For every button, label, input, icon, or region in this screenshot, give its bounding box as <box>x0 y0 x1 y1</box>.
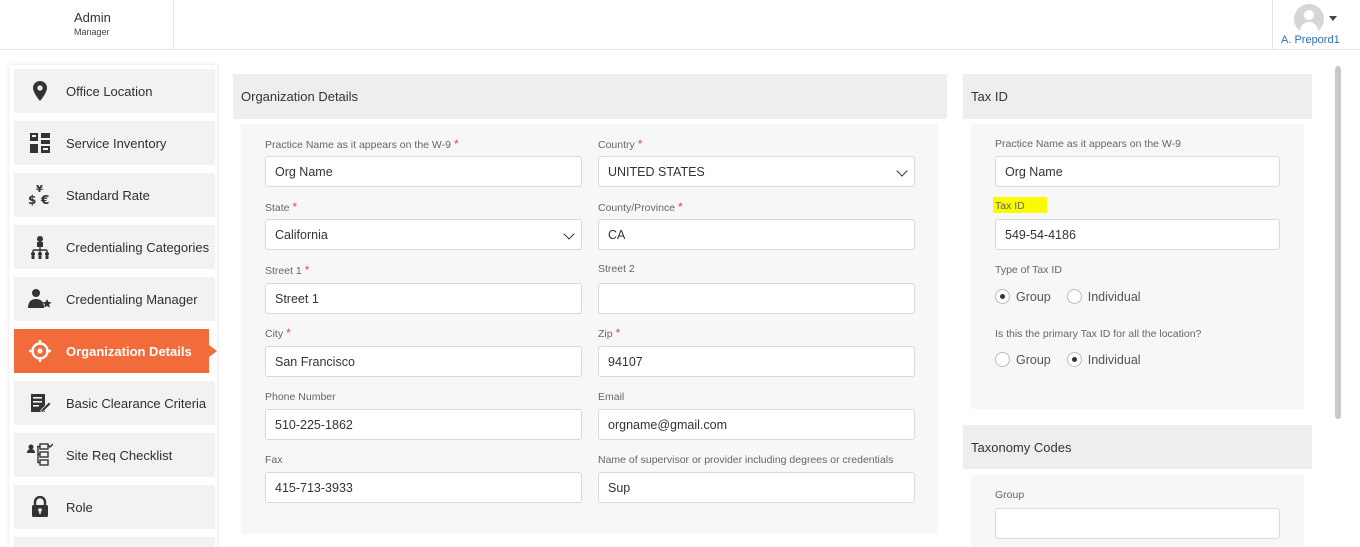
street1-input[interactable]: Street 1 <box>265 283 582 314</box>
taxonomy-group-label: Group <box>995 489 1025 501</box>
org-chart-icon <box>14 225 66 269</box>
app-subtitle: Manager <box>74 27 110 37</box>
crosshair-icon <box>14 329 66 373</box>
sidebar-item-site-req-checklist[interactable]: Site Req Checklist <box>14 433 215 477</box>
sidebar-item-label: Standard Rate <box>66 187 150 203</box>
sidebar-item-label: Office Location <box>66 83 153 99</box>
sidebar-item-credentialing-categories[interactable]: Credentialing Categories <box>14 225 215 269</box>
sidebar-item-organization-details[interactable]: Organization Details <box>14 329 217 373</box>
tax-id-header: Tax ID <box>963 74 1312 119</box>
sidebar-item-label: Role <box>66 499 93 515</box>
county-label: County/Province * <box>598 200 683 214</box>
practice-name-input[interactable]: Org Name <box>265 156 582 187</box>
country-label: Country * <box>598 137 643 151</box>
radio-selected-icon[interactable] <box>1066 352 1082 367</box>
sidebar: Office Location Service Inventory ¥ $ € St… <box>9 65 217 547</box>
phone-label: Phone Number <box>265 391 336 403</box>
tax-practice-name-label: Practice Name as it appears on the W-9 <box>995 138 1181 150</box>
sidebar-item-basic-clearance-criteria[interactable]: Basic Clearance Criteria <box>14 381 215 425</box>
map-pin-icon <box>14 69 66 113</box>
chevron-down-icon <box>563 228 575 240</box>
tax-practice-name-input[interactable]: Org Name <box>995 156 1280 187</box>
svg-text:$: $ <box>28 193 36 207</box>
fax-label: Fax <box>265 454 283 466</box>
sidebar-item-label: Site Req Checklist <box>66 447 173 463</box>
tax-id-input[interactable]: 549-54-4186 <box>995 219 1280 250</box>
radio-selected-icon[interactable] <box>995 289 1010 304</box>
sidebar-item-label: Credentialing Manager <box>66 291 198 307</box>
tax-type-label: Type of Tax ID <box>995 264 1062 276</box>
sidebar-item-label: Credentialing Categories <box>66 239 210 255</box>
panel-title: Tax ID <box>971 89 1008 104</box>
inventory-icon <box>14 121 66 165</box>
zip-input[interactable]: 94107 <box>598 346 915 377</box>
svg-text:€: € <box>40 193 49 207</box>
city-label: City * <box>265 326 291 340</box>
scrollbar[interactable] <box>1335 66 1341 419</box>
street2-input[interactable] <box>598 283 915 314</box>
taxonomy-header: Taxonomy Codes <box>963 425 1312 469</box>
tax-type-individual-option[interactable]: Individual <box>1066 289 1141 304</box>
state-select[interactable]: California <box>265 219 582 250</box>
street2-label: Street 2 <box>598 263 635 275</box>
panel-title: Taxonomy Codes <box>971 439 1072 455</box>
primary-group-option[interactable]: Group <box>995 352 1051 367</box>
primary-individual-option[interactable]: Individual <box>1066 352 1141 367</box>
tax-id-label: Tax ID <box>993 197 1047 213</box>
county-input[interactable]: CA <box>598 219 915 250</box>
chevron-down-icon <box>896 165 908 177</box>
checklist-icon <box>14 433 66 477</box>
sidebar-item-more[interactable] <box>14 537 215 547</box>
user-star-icon <box>14 277 66 321</box>
zip-label: Zip * <box>598 326 621 340</box>
app-brand[interactable]: Admin Manager <box>0 0 174 50</box>
supervisor-input[interactable]: Sup <box>598 472 915 503</box>
user-name[interactable]: A. Prepord1 <box>1281 34 1340 46</box>
tax-type-radio-group: Group Individual <box>995 289 1157 304</box>
email-label: Email <box>598 391 625 403</box>
sidebar-item-service-inventory[interactable]: Service Inventory <box>14 121 215 165</box>
sidebar-item-label: Basic Clearance Criteria <box>66 395 207 411</box>
sidebar-item-credentialing-manager[interactable]: Credentialing Manager <box>14 277 215 321</box>
sidebar-item-office-location[interactable]: Office Location <box>14 69 215 113</box>
panel-title: Organization Details <box>241 89 359 104</box>
practice-name-label: Practice Name as it appears on the W-9 * <box>265 137 459 151</box>
sidebar-item-role[interactable]: Role <box>14 485 215 529</box>
radio-icon[interactable] <box>1066 289 1082 304</box>
app-title: Admin <box>74 10 111 25</box>
taxonomy-group-input[interactable] <box>995 508 1280 539</box>
primary-tax-radio-group: Group Individual <box>995 352 1157 367</box>
supervisor-label: Name of supervisor or provider including… <box>598 454 894 466</box>
sidebar-item-label: Service Inventory <box>66 135 167 151</box>
currency-icon: ¥ $ € <box>14 173 66 217</box>
sidebar-item-standard-rate[interactable]: ¥ $ € Standard Rate <box>14 173 215 217</box>
radio-icon[interactable] <box>995 352 1010 367</box>
user-avatar-icon[interactable] <box>1294 4 1324 34</box>
city-input[interactable]: San Francisco <box>265 346 582 377</box>
lock-icon <box>14 485 66 529</box>
country-select[interactable]: UNITED STATES <box>598 156 915 187</box>
state-label: State * <box>265 200 298 214</box>
chevron-down-icon[interactable] <box>1329 16 1337 21</box>
edit-document-icon <box>14 381 66 425</box>
organization-details-header: Organization Details <box>233 74 947 119</box>
fax-input[interactable]: 415-713-3933 <box>265 472 582 503</box>
phone-input[interactable]: 510-225-1862 <box>265 409 582 440</box>
tax-type-group-option[interactable]: Group <box>995 289 1051 304</box>
primary-tax-label: Is this the primary Tax ID for all the l… <box>995 328 1202 340</box>
top-bar: Admin Manager A. Prepord1 <box>0 0 1360 50</box>
sidebar-item-label: Organization Details <box>66 343 192 359</box>
email-input[interactable]: orgname@gmail.com <box>598 409 915 440</box>
street1-label: Street 1 * <box>265 263 310 277</box>
user-menu[interactable]: A. Prepord1 <box>1272 0 1360 50</box>
